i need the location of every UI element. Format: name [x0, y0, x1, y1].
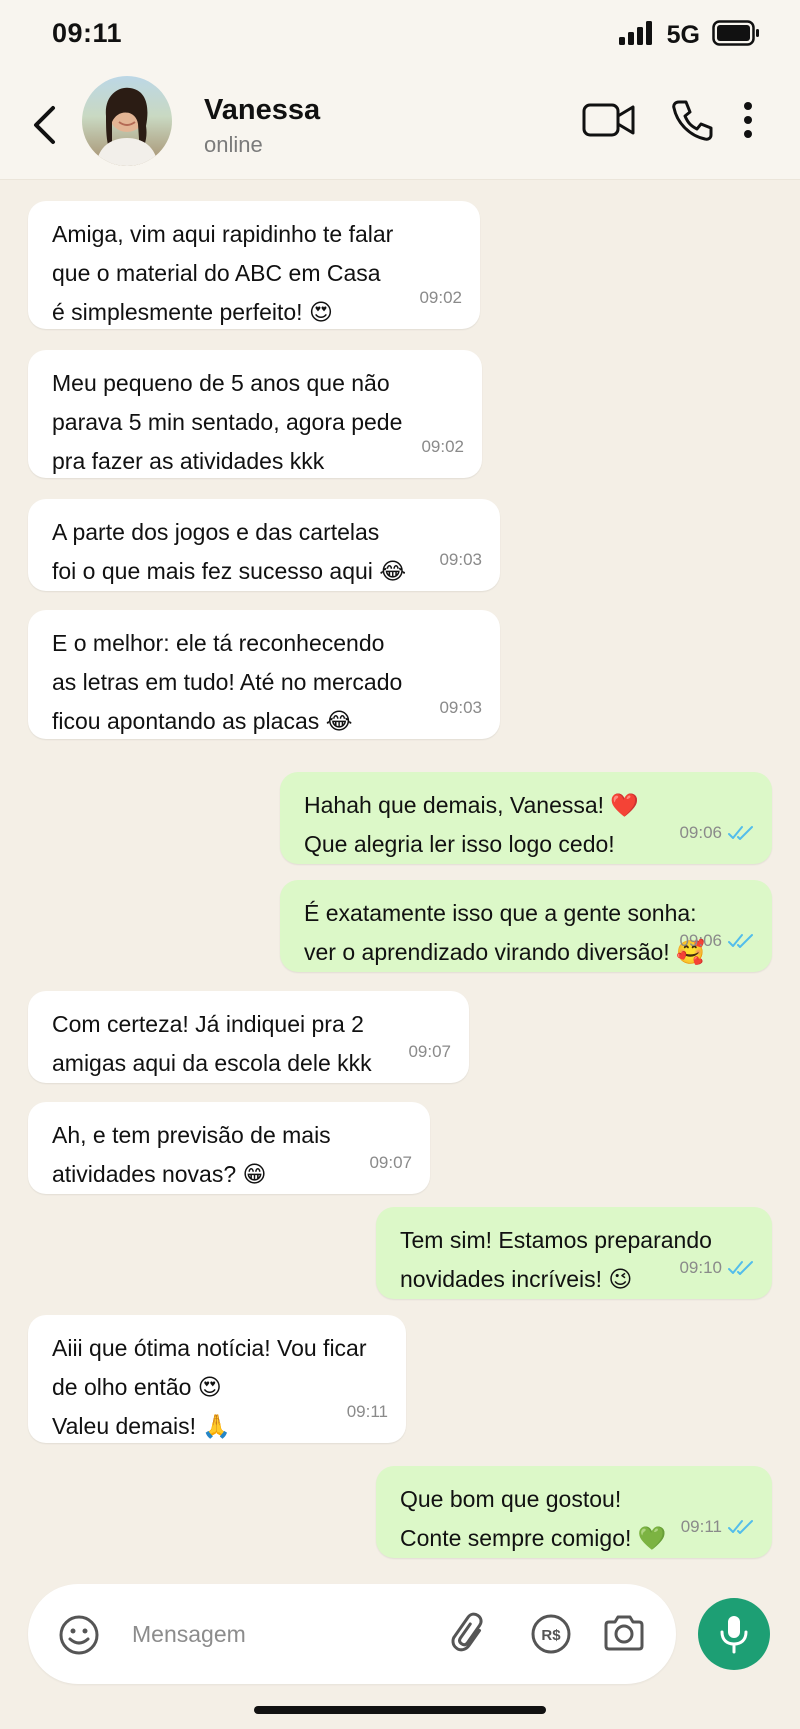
- message-time: 09:02: [419, 288, 462, 307]
- phone-icon: [672, 100, 713, 141]
- message-outgoing[interactable]: É exatamente isso que a gente sonha: ver…: [280, 880, 772, 972]
- message-text: parava 5 min sentado, agora pede: [52, 409, 403, 435]
- svg-text:R$: R$: [541, 1627, 561, 1644]
- message-incoming[interactable]: Amiga, vim aqui rapidinho te falar que o…: [28, 201, 480, 329]
- avatar[interactable]: [82, 76, 172, 166]
- more-icon: [744, 102, 752, 138]
- message-incoming[interactable]: A parte dos jogos e das cartelas foi o q…: [28, 499, 500, 591]
- message-text: pra fazer as atividades kkk: [52, 448, 325, 474]
- read-receipt-icon: [728, 1260, 753, 1275]
- message-text: ficou apontando as placas 😂: [52, 708, 353, 734]
- camera-button[interactable]: [602, 1613, 646, 1653]
- payment-button[interactable]: R$: [530, 1613, 572, 1655]
- read-receipt-icon: [728, 825, 753, 840]
- attachment-icon: [451, 1612, 483, 1652]
- message-incoming[interactable]: Meu pequeno de 5 anos que não parava 5 m…: [28, 350, 482, 478]
- video-call-button[interactable]: [582, 100, 636, 140]
- contact-name[interactable]: Vanessa: [204, 94, 320, 127]
- message-text: Meu pequeno de 5 anos que não: [52, 370, 390, 396]
- message-text: atividades novas? 😁: [52, 1161, 267, 1187]
- video-call-icon: [582, 103, 635, 137]
- mic-icon: [720, 1616, 748, 1654]
- network-label: 5G: [666, 21, 700, 49]
- message-outgoing[interactable]: Que bom que gostou! Conte sempre comigo!…: [376, 1466, 772, 1558]
- chat-header: Vanessa online: [0, 72, 800, 180]
- read-receipt-icon: [728, 1519, 753, 1534]
- signal-icon: [618, 21, 655, 50]
- message-composer: R$: [28, 1584, 676, 1684]
- message-outgoing[interactable]: Tem sim! Estamos preparando novidades in…: [376, 1207, 772, 1299]
- message-incoming[interactable]: Aiii que ótima notícia! Vou ficar de olh…: [28, 1315, 406, 1443]
- message-time: 09:02: [421, 437, 464, 456]
- message-input[interactable]: [132, 1610, 432, 1658]
- back-icon: [34, 106, 55, 144]
- attach-button[interactable]: [450, 1612, 492, 1656]
- message-text: Com certeza! Já indiquei pra 2: [52, 1011, 364, 1037]
- message-text: que o material do ABC em Casa: [52, 260, 381, 286]
- voice-call-button[interactable]: [670, 98, 714, 142]
- message-text: foi o que mais fez sucesso aqui 😂: [52, 558, 407, 584]
- back-button[interactable]: [22, 100, 66, 150]
- contact-status: online: [204, 132, 263, 157]
- status-time: 09:11: [52, 18, 123, 48]
- voice-message-button[interactable]: [698, 1598, 770, 1670]
- message-time: 09:07: [369, 1153, 412, 1172]
- message-text: A parte dos jogos e das cartelas: [52, 519, 380, 545]
- message-time: 09:11: [680, 1517, 722, 1536]
- message-text: Amiga, vim aqui rapidinho te falar: [52, 221, 394, 247]
- message-text: Valeu demais! 🙏: [52, 1413, 232, 1439]
- message-text: Ah, e tem previsão de mais: [52, 1122, 331, 1148]
- read-receipt-icon: [728, 933, 753, 948]
- message-time: 09:06: [679, 823, 722, 842]
- emoji-button[interactable]: [58, 1614, 100, 1656]
- message-text: é simplesmente perfeito! 😍: [52, 299, 333, 325]
- message-incoming[interactable]: Ah, e tem previsão de mais atividades no…: [28, 1102, 430, 1194]
- emoji-icon: [59, 1615, 99, 1655]
- message-incoming[interactable]: E o melhor: ele tá reconhecendo as letra…: [28, 610, 500, 739]
- status-bar: 09:11 5G: [0, 0, 800, 72]
- home-indicator[interactable]: [254, 1706, 546, 1714]
- message-time: 09:07: [408, 1042, 451, 1061]
- camera-icon: [604, 1615, 644, 1651]
- message-text: de olho então 😍: [52, 1374, 222, 1400]
- message-time: 09:11: [346, 1402, 388, 1421]
- message-time: 09:03: [439, 698, 482, 717]
- message-incoming[interactable]: Com certeza! Já indiquei pra 2 amigas aq…: [28, 991, 469, 1083]
- more-options-button[interactable]: [742, 100, 754, 140]
- message-time: 09:10: [679, 1258, 722, 1277]
- battery-icon: [712, 20, 760, 51]
- message-text: as letras em tudo! Até no mercado: [52, 669, 403, 695]
- message-text: E o melhor: ele tá reconhecendo: [52, 630, 385, 656]
- message-list[interactable]: Amiga, vim aqui rapidinho te falar que o…: [0, 180, 800, 1580]
- status-indicators: 5G: [618, 20, 760, 51]
- payment-icon: R$: [531, 1614, 571, 1654]
- message-time: 09:06: [679, 931, 722, 950]
- message-text: amigas aqui da escola dele kkk: [52, 1050, 372, 1076]
- message-time: 09:03: [439, 550, 482, 569]
- message-outgoing[interactable]: Hahah que demais, Vanessa! ❤️ Que alegri…: [280, 772, 772, 864]
- message-text: Aiii que ótima notícia! Vou ficar: [52, 1335, 367, 1361]
